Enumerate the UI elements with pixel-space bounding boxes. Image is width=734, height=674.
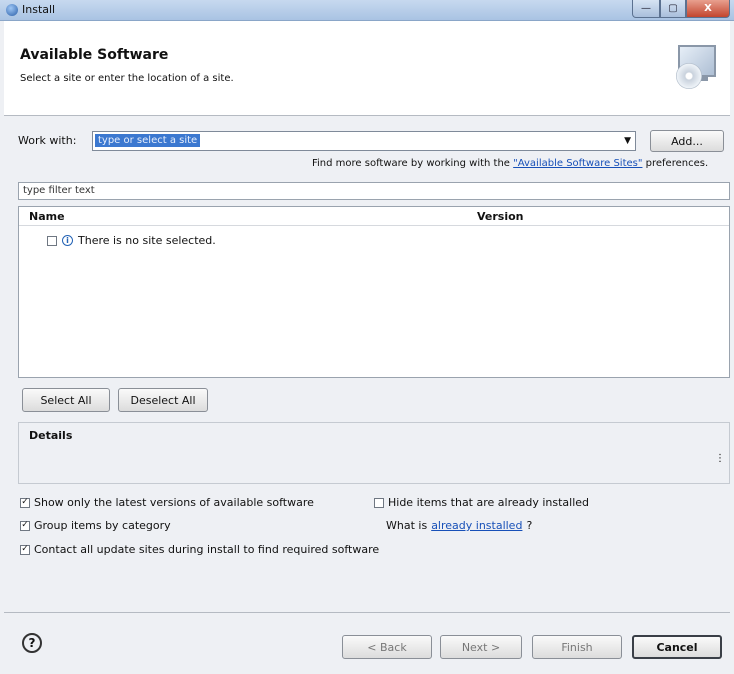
title-bar: Install — ▢ X [0, 0, 734, 21]
deselect-all-button[interactable]: Deselect All [118, 388, 208, 412]
contact-sites-checkbox[interactable]: ✓ [20, 544, 30, 555]
work-with-value[interactable]: type or select a site [95, 134, 201, 147]
info-icon: i [62, 235, 73, 246]
filter-input[interactable]: type filter text [18, 182, 730, 200]
select-all-label: Select All [40, 393, 92, 407]
close-button[interactable]: X [686, 0, 730, 18]
latest-versions-option[interactable]: ✓ Show only the latest versions of avail… [20, 496, 314, 509]
monitor-cd-icon [676, 45, 716, 93]
install-dialog: Install — ▢ X Available Software Select … [0, 0, 734, 674]
details-scrollbar[interactable]: ⋮ [715, 453, 725, 464]
window-title: Install [22, 3, 56, 16]
more-software-prefix: Find more software by working with the [312, 158, 514, 169]
select-all-button[interactable]: Select All [22, 388, 110, 412]
row-text: There is no site selected. [78, 234, 216, 247]
hide-installed-option[interactable]: Hide items that are already installed [374, 496, 589, 509]
table-row[interactable]: i There is no site selected. [47, 234, 216, 247]
minimize-button[interactable]: — [632, 0, 660, 18]
back-button[interactable]: < Back [342, 635, 432, 659]
latest-versions-label: Show only the latest versions of availab… [34, 496, 314, 509]
column-name[interactable]: Name [29, 210, 65, 223]
maximize-button[interactable]: ▢ [660, 0, 686, 18]
available-software-sites-link[interactable]: "Available Software Sites" [513, 158, 642, 169]
footer-divider [4, 612, 730, 613]
what-is-prefix: What is [386, 519, 428, 532]
next-button[interactable]: Next > [440, 635, 522, 659]
group-category-checkbox[interactable]: ✓ [20, 520, 30, 531]
software-table: Name Version i There is no site selected… [18, 206, 730, 378]
contact-sites-label: Contact all update sites during install … [34, 543, 380, 556]
already-installed-link[interactable]: already installed [431, 519, 522, 532]
add-site-button[interactable]: Add... [650, 130, 724, 152]
more-software-suffix: preferences. [642, 158, 709, 169]
work-with-label: Work with: [18, 134, 77, 147]
details-label: Details [29, 429, 73, 442]
cancel-button[interactable]: Cancel [632, 635, 722, 659]
deselect-all-label: Deselect All [130, 393, 196, 407]
latest-versions-checkbox[interactable]: ✓ [20, 497, 30, 508]
more-software-text: Find more software by working with the "… [312, 158, 708, 169]
eclipse-app-icon [6, 4, 18, 16]
details-panel: Details ⋮ [18, 422, 730, 484]
wizard-header: Available Software Select a site or ente… [4, 21, 730, 116]
what-is-suffix: ? [526, 519, 533, 532]
page-title: Available Software [20, 47, 169, 63]
work-with-combo[interactable]: type or select a site ▼ [92, 131, 636, 151]
table-header: Name Version [19, 207, 729, 226]
page-subtitle: Select a site or enter the location of a… [20, 73, 234, 84]
hide-installed-label: Hide items that are already installed [388, 496, 590, 509]
column-version[interactable]: Version [477, 210, 524, 223]
group-category-label: Group items by category [34, 519, 171, 532]
chevron-down-icon[interactable]: ▼ [624, 136, 631, 146]
hide-installed-checkbox[interactable] [374, 497, 384, 508]
filter-placeholder: type filter text [23, 185, 95, 196]
finish-button[interactable]: Finish [532, 635, 622, 659]
contact-sites-option[interactable]: ✓ Contact all update sites during instal… [20, 543, 379, 556]
group-category-option[interactable]: ✓ Group items by category [20, 519, 171, 532]
row-checkbox[interactable] [47, 235, 57, 246]
what-is-installed-text: What is already installed? [386, 519, 532, 532]
help-icon[interactable]: ? [22, 633, 42, 653]
